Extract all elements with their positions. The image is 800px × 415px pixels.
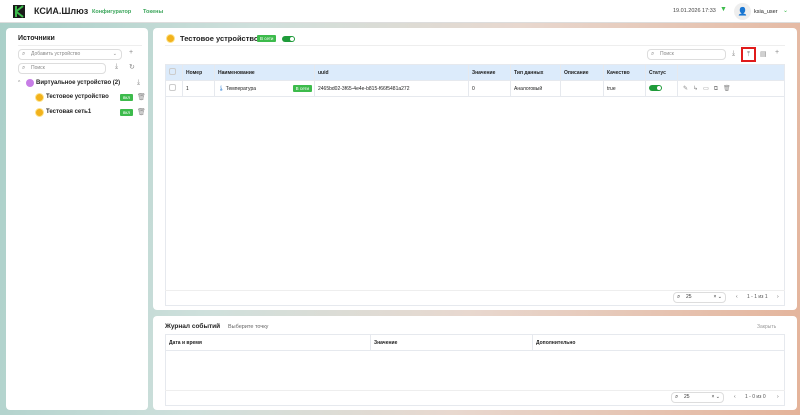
brand-name: КСИА.Шлюз [34,6,89,16]
row-checkbox[interactable] [169,84,176,91]
column-header[interactable]: uuid [314,64,469,81]
journal-panel: Журнал событий Выберите точку Закрыть Да… [153,316,797,410]
table-header-row: Номер Наименование uuid Значение Тип дан… [165,64,785,81]
column-header[interactable]: Описание [560,64,604,81]
datetime: 19.01.2026 17:33 [673,8,716,14]
cell-name: Температура [225,85,257,92]
device-icon [166,34,175,43]
points-table: Номер Наименование uuid Значение Тип дан… [165,64,785,97]
upload-icon[interactable]: ⤒ [741,47,756,62]
link-icon[interactable]: ↳ [693,86,703,92]
thermometer-icon: 🌡 [218,85,225,92]
bookmark-icon[interactable]: ▭ [703,86,714,92]
clear-chevron-icon: × ⌄ [711,394,721,400]
copy-icon[interactable]: ⧉ [714,86,723,92]
journal-subtitle: Выберите точку [228,324,269,330]
chevron-down-icon[interactable]: ⌄ [783,7,788,14]
cell-value: 0 [468,80,511,97]
sources-title: Источники [18,35,55,42]
download-icon[interactable]: ⤓ [115,63,118,71]
column-header[interactable]: Качество [603,64,646,81]
group-label[interactable]: Виртуальное устройство (2) [36,80,120,86]
sources-search-input[interactable]: ⌕ Поиск [18,63,106,74]
prev-page-icon[interactable]: ‹ [734,394,736,400]
trash-icon[interactable]: 🗑 [137,93,146,101]
close-button[interactable]: Закрыть [757,324,776,330]
add-icon[interactable]: + [129,49,133,56]
prev-page-icon[interactable]: ‹ [736,294,738,300]
sources-panel: Источники ⌕ Добавить устройство ⌄ + ⌕ Поиск… [6,28,148,410]
status-badge: В сети [257,35,277,42]
app-header: КСИА.Шлюз Конфигуратор Токены 19.01.2026… [0,0,800,23]
cell-uuid: 2465bd02-3f65-4e4e-b815-f66f5481a272 [314,80,469,97]
download-icon[interactable]: ⤓ [137,79,140,87]
cell-description [560,80,604,97]
device-title: Тестовое устройство [180,34,259,43]
device-icon [35,93,44,102]
source-item-label[interactable]: Тестовая сеть1 [46,109,91,115]
journal-page-size-select[interactable]: ⌕ 25 × ⌄ [671,392,724,403]
avatar[interactable]: 👤 [734,3,751,20]
source-item-badge[interactable]: вкл [120,94,134,101]
status-badge: В сети [292,85,312,92]
search-icon: ⌕ [651,51,655,57]
search-icon: ⌕ [677,294,681,300]
journal-table: Дата и время Значение Дополнительно [165,334,785,351]
add-icon[interactable]: + [775,49,779,56]
column-header[interactable]: Дополнительно [532,334,785,351]
source-item-label[interactable]: Тестовое устройство [46,94,109,100]
column-header[interactable]: Дата и время [165,334,371,351]
chevron-down-icon: ⌄ [112,51,117,57]
source-item-badge[interactable]: вкл [120,109,134,116]
search-icon: ⌕ [22,51,26,57]
cell-quality: true [603,80,646,97]
cell-type: Аналоговый [510,80,561,97]
refresh-icon[interactable]: ↻ [129,63,135,71]
next-page-icon[interactable]: › [777,394,779,400]
nav-tokens[interactable]: Токены [143,9,163,15]
add-device-select[interactable]: ⌕ Добавить устройство ⌄ [18,49,122,60]
status-toggle[interactable] [649,84,662,91]
table-row[interactable]: 1 🌡 Температура В сети 2465bd02-3f65-4e4e… [165,80,785,97]
collapse-icon[interactable]: ^ [18,80,20,86]
trash-icon[interactable]: 🗑 [137,108,146,116]
next-page-icon[interactable]: › [777,294,779,300]
user-name[interactable]: ksia_user [754,9,778,15]
edit-icon[interactable]: ✎ [683,86,693,92]
folder-icon [26,79,34,87]
cell-number: 1 [182,80,215,97]
search-icon: ⌕ [22,65,26,71]
device-toggle[interactable] [282,36,295,42]
logo-icon [13,5,25,18]
page-size-select[interactable]: ⌕ 25 × ⌄ [673,292,726,303]
select-all-checkbox[interactable] [169,68,176,75]
pagination-info: 1 - 1 из 1 [747,294,768,300]
column-header[interactable]: Наименование [214,64,315,81]
document-icon[interactable]: ▤ [760,50,767,58]
nav-configurator[interactable]: Конфигуратор [92,9,131,15]
column-header[interactable]: Статус [645,64,678,81]
wifi-icon: ▼ [720,6,727,13]
clear-chevron-icon: × ⌄ [713,294,723,300]
column-header[interactable]: Значение [370,334,533,351]
points-search-input[interactable]: ⌕ Поиск [647,49,726,60]
column-header[interactable]: Значение [468,64,511,81]
download-icon[interactable]: ⤓ [732,50,735,58]
column-header[interactable]: Тип данных [510,64,561,81]
device-icon [35,108,44,117]
search-icon: ⌕ [675,394,679,400]
column-header[interactable]: Номер [182,64,215,81]
journal-title: Журнал событий [165,323,221,330]
trash-icon[interactable]: 🗑 [723,86,736,92]
pagination-info: 1 - 0 из 0 [745,394,766,400]
device-panel: Тестовое устройство В сети ⌕ Поиск ⤓ ⤒ ▤ … [153,28,797,310]
